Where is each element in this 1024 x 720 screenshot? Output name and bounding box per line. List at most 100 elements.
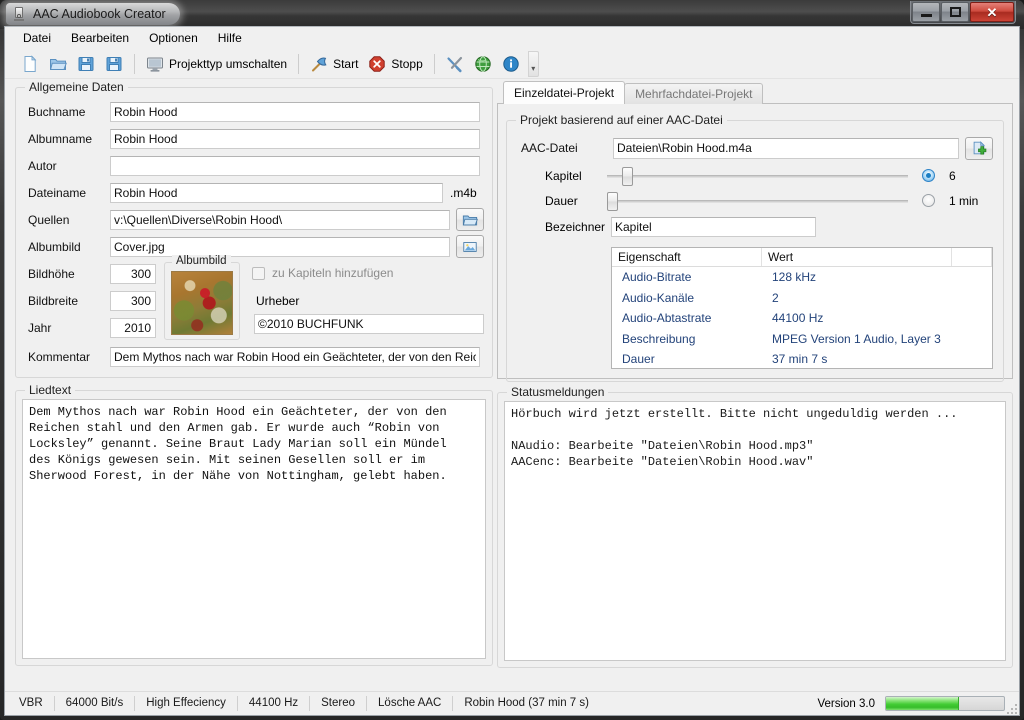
status-messages-textarea[interactable]: Hörbuch wird jetzt erstellt. Bitte nicht…	[504, 401, 1006, 661]
project-tab-control: Einzeldatei-Projekt Mehrfachdatei-Projek…	[497, 83, 1013, 379]
column-header-wert[interactable]: Wert	[762, 248, 952, 266]
property-name: Dauer	[612, 352, 762, 366]
property-value: MPEG Version 1 Audio, Layer 3	[762, 332, 952, 346]
dauer-label: Dauer	[517, 194, 607, 208]
info-button[interactable]	[498, 51, 524, 77]
bezeichner-input[interactable]	[611, 217, 816, 237]
bildhoehe-label: Bildhöhe	[24, 267, 110, 281]
start-button[interactable]: Start	[306, 51, 362, 77]
add-to-chapters-checkbox[interactable]	[252, 267, 265, 280]
aac-datei-input[interactable]	[613, 138, 959, 159]
property-name: Audio-Abtastrate	[612, 311, 762, 325]
menu-item-bearbeiten[interactable]: Bearbeiten	[61, 28, 139, 48]
maximize-button[interactable]	[941, 2, 969, 22]
buchname-input[interactable]	[110, 102, 480, 122]
menu-item-optionen[interactable]: Optionen	[139, 28, 208, 48]
field-row-albumbild: Albumbild	[24, 233, 484, 260]
bildhoehe-input[interactable]	[110, 264, 156, 284]
status-messages-group: Statusmeldungen Hörbuch wird jetzt erste…	[497, 392, 1013, 668]
switch-project-type-button[interactable]: Projekttyp umschalten	[142, 51, 291, 77]
jahr-input[interactable]	[110, 318, 156, 338]
tab-mehrfachdatei-projekt[interactable]: Mehrfachdatei-Projekt	[624, 83, 763, 104]
properties-listview[interactable]: Eigenschaft Wert Audio-Bitrate 128 kHz	[611, 247, 993, 369]
save-icon	[77, 55, 95, 73]
save-as-button[interactable]	[101, 51, 127, 77]
info-icon	[502, 55, 520, 73]
lyrics-textarea[interactable]: Dem Mythos nach war Robin Hood ein Geäch…	[22, 399, 486, 659]
web-button[interactable]	[470, 51, 496, 77]
status-cell-vbr: VBR	[19, 696, 55, 711]
albumbild-browse-button[interactable]	[456, 235, 484, 258]
start-label: Start	[333, 57, 358, 71]
tools-button[interactable]	[442, 51, 468, 77]
close-button[interactable]: ✕	[970, 2, 1014, 22]
picture-icon	[462, 239, 478, 255]
toolbar: Projekttyp umschalten Start	[5, 49, 1019, 79]
dauer-radio[interactable]	[922, 194, 935, 207]
version-label: Version 3.0	[817, 698, 875, 710]
album-cover-thumbnail[interactable]	[171, 271, 233, 335]
column-header-extra[interactable]	[952, 248, 992, 266]
bildbreite-input[interactable]	[110, 291, 156, 311]
quellen-input[interactable]	[110, 210, 450, 230]
open-project-button[interactable]	[45, 51, 71, 77]
table-row[interactable]: Audio-Bitrate 128 kHz	[612, 267, 992, 288]
albumbild-input[interactable]	[110, 237, 450, 257]
save-button[interactable]	[73, 51, 99, 77]
project-tabstrip: Einzeldatei-Projekt Mehrfachdatei-Projek…	[497, 83, 1013, 104]
aac-datei-add-button[interactable]	[965, 137, 993, 160]
main-content: Allgemeine Daten Buchname Albumname Auto…	[5, 79, 1019, 691]
kapitel-radio[interactable]	[922, 169, 935, 182]
table-row[interactable]: Audio-Kanäle 2	[612, 288, 992, 309]
minimize-button[interactable]	[912, 2, 940, 22]
property-value: 44100 Hz	[762, 311, 952, 325]
table-row[interactable]: Dauer 37 min 7 s	[612, 349, 992, 369]
toolbar-separator	[298, 54, 299, 74]
field-row-buchname: Buchname	[24, 98, 484, 125]
quellen-label: Quellen	[24, 213, 110, 227]
table-row[interactable]: Audio-Abtastrate 44100 Hz	[612, 308, 992, 329]
save-as-icon	[105, 55, 123, 73]
project-tabpage: Projekt basierend auf einer AAC-Datei AA…	[497, 103, 1013, 379]
autor-input[interactable]	[110, 156, 480, 176]
globe-icon	[474, 55, 492, 73]
progress-bar-fill	[886, 697, 959, 710]
monitor-icon	[146, 55, 164, 73]
resize-grip[interactable]	[1005, 702, 1017, 714]
dauer-slider[interactable]	[607, 191, 908, 211]
minimize-icon	[921, 14, 932, 17]
toolbar-overflow-button[interactable]	[528, 51, 539, 77]
lyrics-group: Liedtext Dem Mythos nach war Robin Hood …	[15, 390, 493, 666]
albumname-input[interactable]	[110, 129, 480, 149]
status-cell-current-file: Robin Hood (37 min 7 s)	[453, 696, 600, 711]
kapitel-slider[interactable]	[607, 166, 908, 186]
client-area: Datei Bearbeiten Optionen Hilfe	[4, 26, 1020, 716]
menu-item-hilfe[interactable]: Hilfe	[208, 28, 252, 48]
properties-header-row: Eigenschaft Wert	[612, 248, 992, 267]
status-messages-title: Statusmeldungen	[507, 385, 608, 399]
kapitel-slider-thumb[interactable]	[622, 167, 633, 186]
property-value: 37 min 7 s	[762, 352, 952, 366]
albumname-label: Albumname	[24, 132, 110, 146]
kommentar-input[interactable]	[110, 347, 480, 367]
add-to-chapters-row[interactable]: zu Kapiteln hinzufügen	[252, 266, 393, 280]
close-icon: ✕	[987, 6, 998, 19]
dateiname-input[interactable]	[110, 183, 443, 203]
stop-button[interactable]: Stopp	[364, 51, 426, 77]
urheber-input[interactable]	[254, 314, 484, 334]
lyrics-title: Liedtext	[25, 383, 75, 397]
field-row-albumname: Albumname	[24, 125, 484, 152]
new-project-button[interactable]	[17, 51, 43, 77]
quellen-browse-button[interactable]	[456, 208, 484, 231]
property-name: Beschreibung	[612, 332, 762, 346]
menu-item-datei[interactable]: Datei	[13, 28, 61, 48]
right-column: Einzeldatei-Projekt Mehrfachdatei-Projek…	[497, 79, 1013, 668]
field-row-kommentar: Kommentar	[24, 343, 484, 370]
table-row[interactable]: Beschreibung MPEG Version 1 Audio, Layer…	[612, 329, 992, 350]
open-folder-icon	[49, 55, 67, 73]
aac-datei-label: AAC-Datei	[517, 141, 613, 155]
dauer-slider-thumb[interactable]	[607, 192, 618, 211]
tab-einzeldatei-projekt[interactable]: Einzeldatei-Projekt	[503, 81, 625, 104]
jahr-label: Jahr	[24, 321, 110, 335]
column-header-eigenschaft[interactable]: Eigenschaft	[612, 248, 762, 266]
